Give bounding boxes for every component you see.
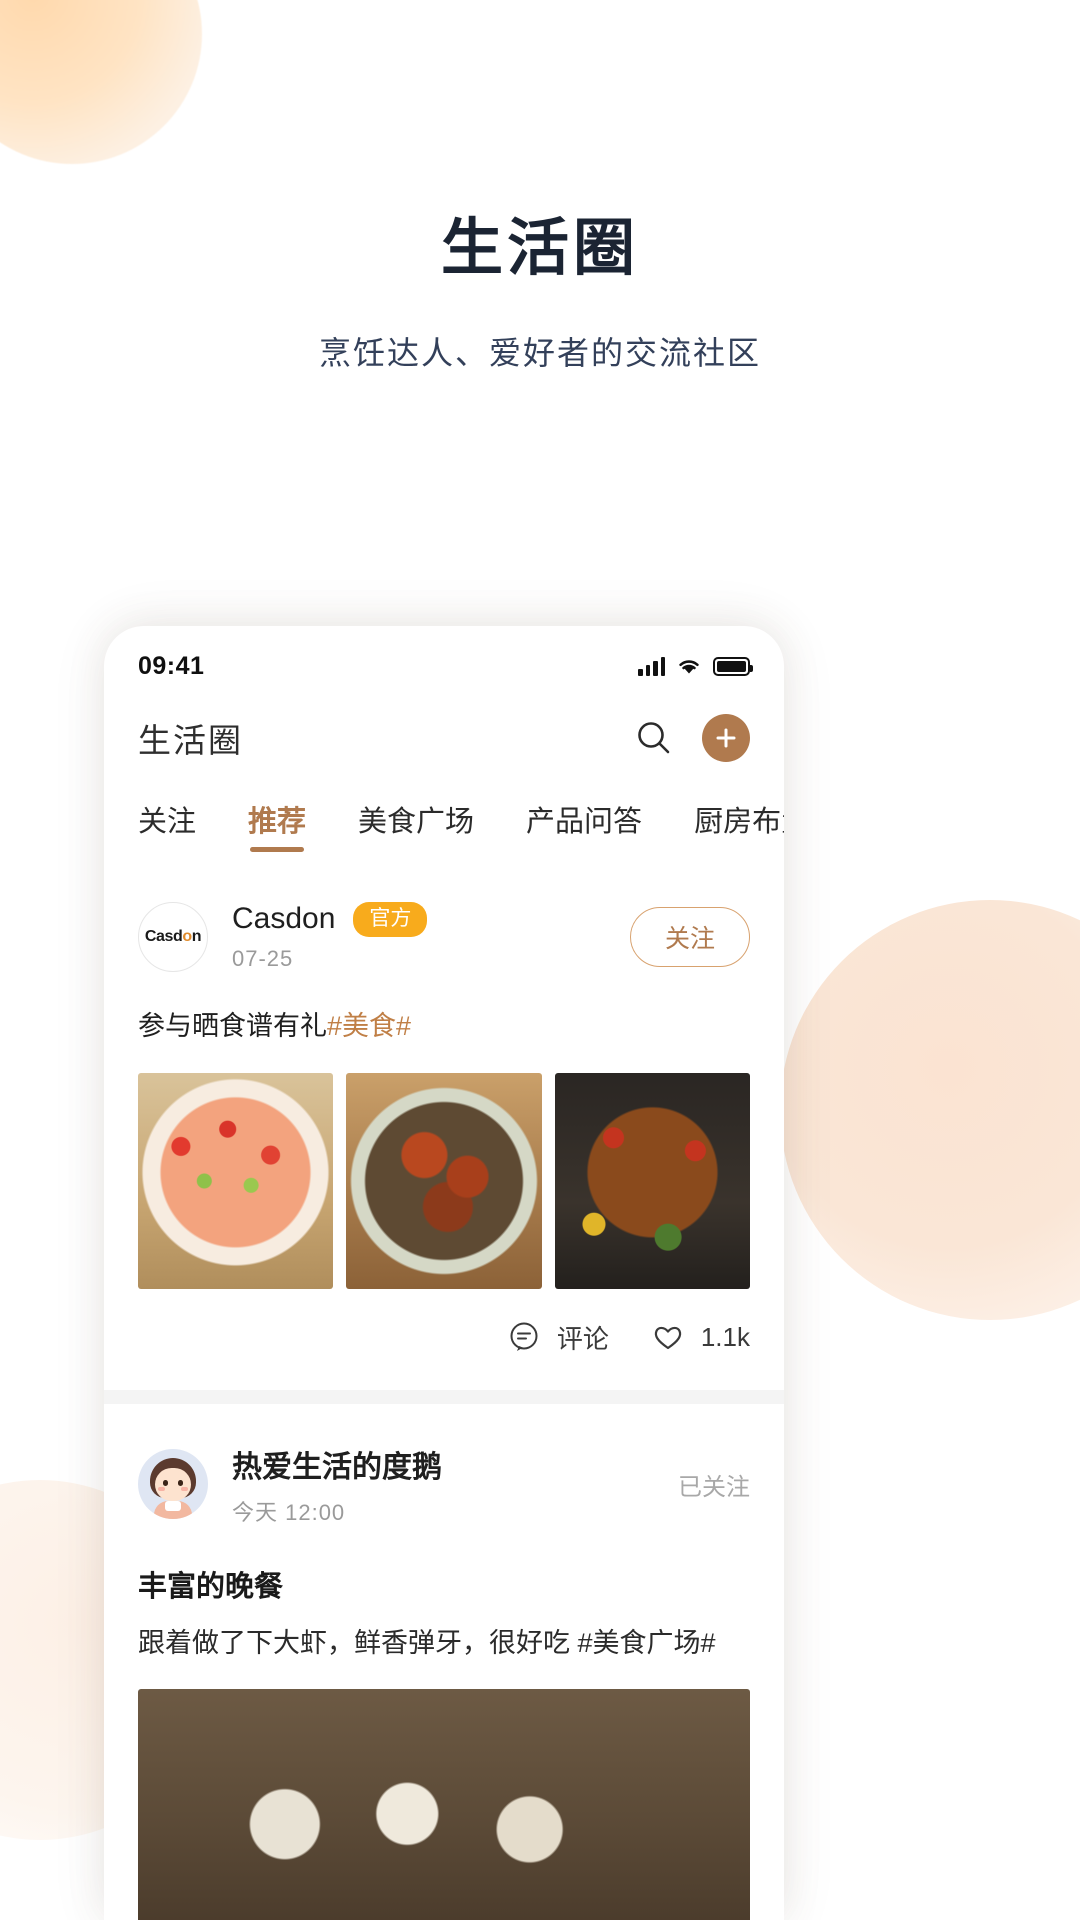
post-photo[interactable]	[138, 1689, 750, 1920]
plus-icon[interactable]	[702, 714, 750, 762]
signal-icon	[638, 656, 665, 676]
post-text: 跟着做了下大虾，鲜香弹牙，很好吃 #美食广场#	[138, 1623, 750, 1664]
post-title: 丰富的晚餐	[138, 1570, 284, 1603]
tab-tuijian[interactable]: 推荐	[248, 798, 306, 852]
status-icons	[638, 656, 753, 676]
header-actions	[632, 714, 750, 762]
status-bar: 09:41	[104, 626, 784, 692]
post-photo[interactable]	[346, 1072, 542, 1289]
search-icon[interactable]	[632, 716, 676, 760]
tab-meishiguangchang[interactable]: 美食广场	[358, 798, 474, 852]
post-photo-row	[138, 1072, 750, 1289]
avatar[interactable]: Casdon	[138, 902, 208, 972]
comment-label: 评论	[556, 1323, 609, 1354]
like-count: 1.1k	[700, 1321, 750, 1352]
post-hashtag[interactable]: #美食#	[327, 1011, 411, 1041]
phone-mockup: 09:41 生活圈 关注 推荐 美食广场 产品问答 厨房布 Casdon Cas…	[104, 626, 784, 1920]
decorative-blob-bottom-right	[780, 900, 1080, 1320]
app-title: 生活圈	[138, 722, 243, 759]
post-actions: 评论 1.1k	[138, 1289, 750, 1390]
battery-icon	[713, 656, 753, 676]
post-header: Casdon Casdon 官方 07-25 关注	[138, 902, 750, 972]
tab-chanpinwenda[interactable]: 产品问答	[526, 798, 642, 852]
post-date: 07-25	[232, 945, 294, 971]
feed-divider	[104, 1389, 784, 1404]
post-text-body: 跟着做了下大虾，鲜香弹牙，很好吃	[138, 1627, 578, 1658]
followed-status[interactable]: 已关注	[678, 1467, 750, 1502]
tab-chufangbuzhi[interactable]: 厨房布置	[694, 798, 784, 852]
post-text-body: 参与晒食谱有礼	[138, 1011, 327, 1041]
post-hashtag[interactable]: #美食广场#	[578, 1628, 716, 1658]
post-card-user: 热爱生活的度鹅 今天 12:00 已关注 丰富的晚餐 跟着做了下大虾，鲜香弹牙，…	[104, 1403, 784, 1920]
post-meta: Casdon 官方 07-25	[232, 902, 630, 971]
wifi-icon	[676, 656, 702, 676]
post-meta: 热爱生活的度鹅 今天 12:00	[232, 1442, 678, 1527]
comment-button[interactable]: 评论	[507, 1319, 609, 1356]
heart-icon	[654, 1326, 682, 1350]
avatar-brand-text: Casdon	[144, 928, 202, 945]
like-button[interactable]: 1.1k	[651, 1320, 750, 1354]
post-date: 今天 12:00	[232, 1499, 346, 1525]
hero-section: 生活圈 烹饪达人、爱好者的交流社区	[0, 0, 1080, 374]
tab-guanzhu[interactable]: 关注	[138, 798, 196, 852]
post-photo[interactable]	[554, 1072, 750, 1289]
comment-icon	[510, 1322, 538, 1351]
page-title: 生活圈	[440, 214, 639, 283]
page-subtitle: 烹饪达人、爱好者的交流社区	[318, 335, 761, 372]
feed-list: Casdon Casdon 官方 07-25 关注 参与晒食谱有礼#美食# 评论…	[104, 852, 784, 1920]
avatar[interactable]	[138, 1449, 208, 1519]
post-photo[interactable]	[138, 1072, 334, 1289]
follow-button[interactable]: 关注	[629, 907, 750, 967]
app-header: 生活圈	[104, 692, 784, 780]
status-time: 09:41	[138, 651, 205, 680]
post-author[interactable]: Casdon	[232, 902, 335, 936]
post-text: 参与晒食谱有礼#美食#	[138, 1006, 750, 1047]
status-badge: 官方	[353, 902, 428, 937]
post-photo-row	[138, 1689, 750, 1920]
post-card-casdon: Casdon Casdon 官方 07-25 关注 参与晒食谱有礼#美食# 评论…	[104, 864, 784, 1390]
post-author[interactable]: 热爱生活的度鹅	[232, 1442, 442, 1486]
post-header: 热爱生活的度鹅 今天 12:00 已关注	[138, 1442, 750, 1527]
tab-bar: 关注 推荐 美食广场 产品问答 厨房布置	[104, 780, 784, 852]
